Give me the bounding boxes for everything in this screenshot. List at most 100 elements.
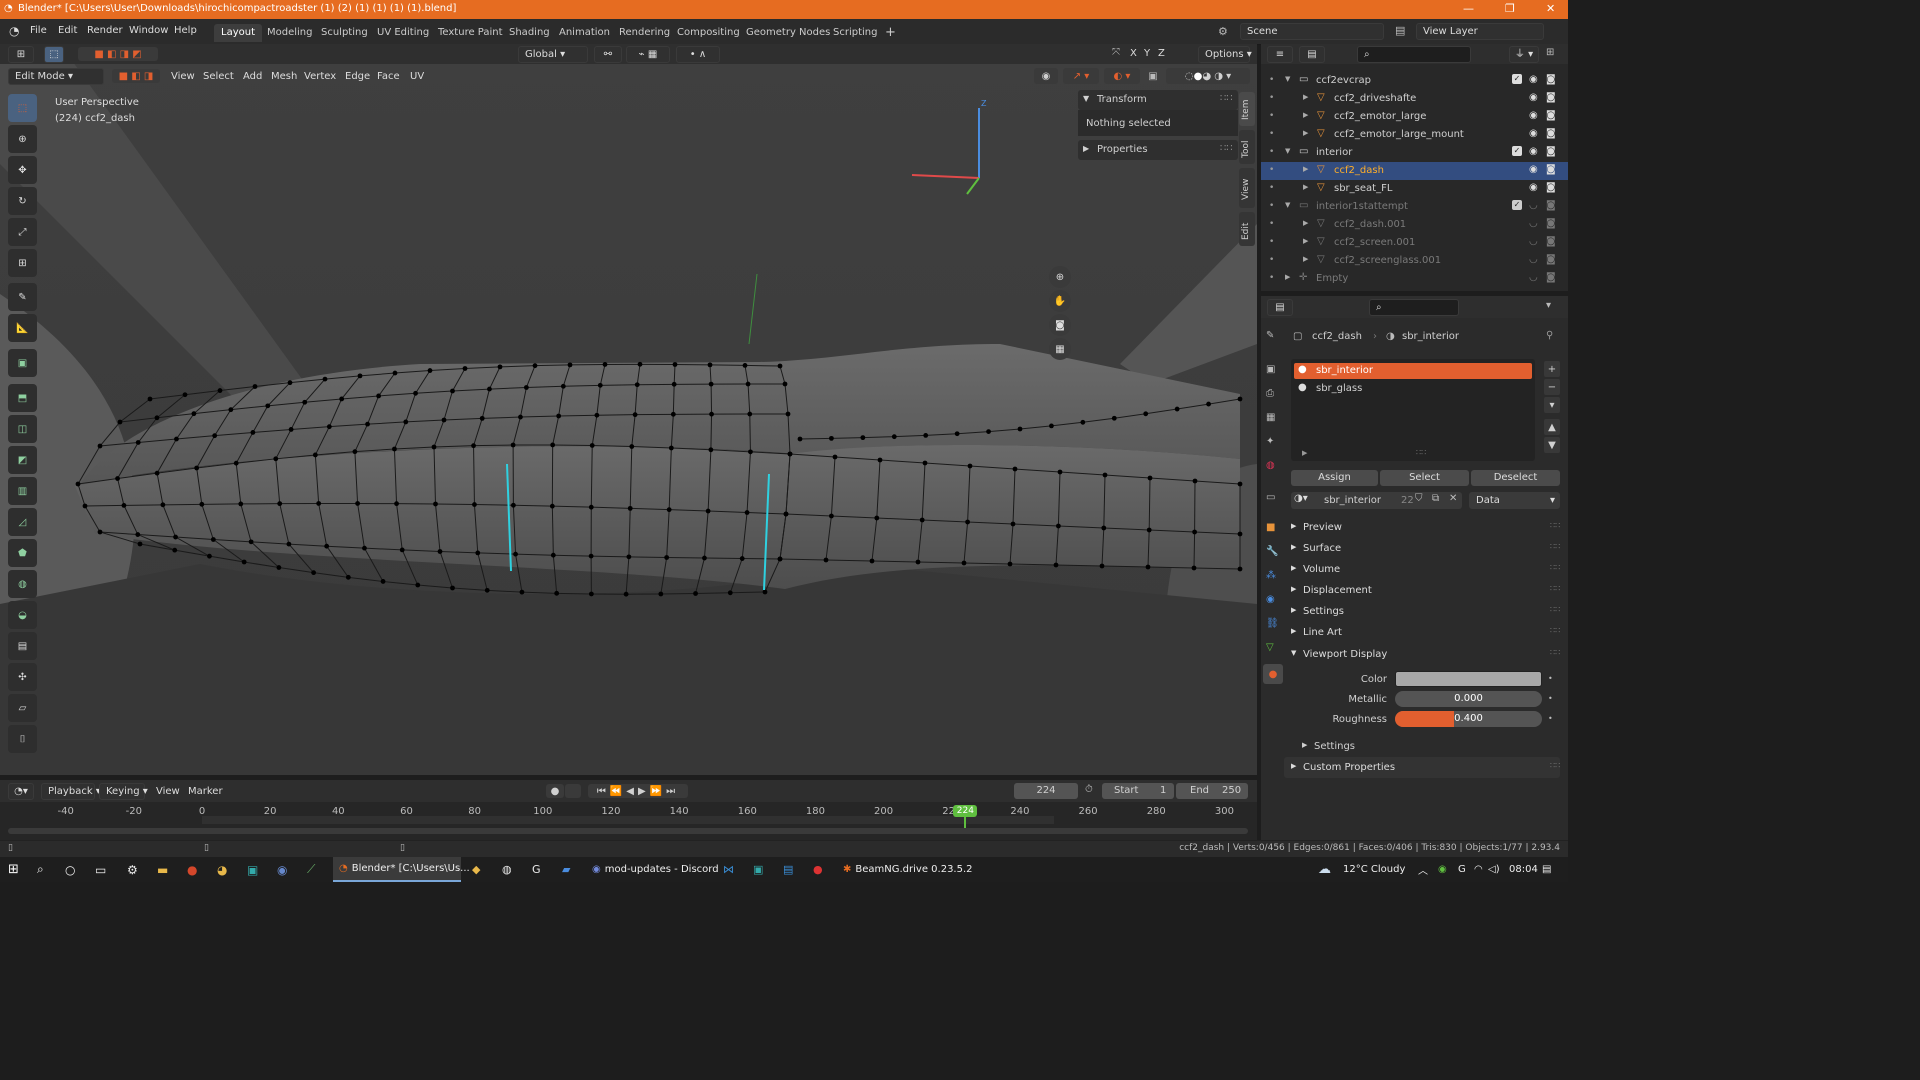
- menu-view[interactable]: View: [171, 71, 195, 82]
- render-camera-icon[interactable]: ◙: [1546, 200, 1556, 211]
- view-layer-tab-icon[interactable]: ▦: [1266, 412, 1275, 423]
- restrict-select-icon[interactable]: •: [1269, 237, 1274, 247]
- restrict-select-icon[interactable]: •: [1269, 111, 1274, 121]
- pin-icon[interactable]: ⚲: [1546, 330, 1553, 341]
- render-camera-icon[interactable]: ◙: [1546, 74, 1556, 85]
- section-preview[interactable]: ▶ Preview ∷∷: [1284, 517, 1560, 538]
- menu-select[interactable]: Select: [203, 71, 234, 82]
- unlink-icon[interactable]: ✕: [1449, 493, 1457, 504]
- visibility-icon[interactable]: ◉: [1034, 68, 1058, 84]
- playhead-line[interactable]: [964, 816, 967, 828]
- proportional-icon[interactable]: • ∧: [676, 46, 720, 63]
- start-frame-field[interactable]: Start 1: [1102, 783, 1174, 799]
- visibility-eye-icon[interactable]: ◡: [1529, 254, 1538, 265]
- outliner-row-ccf2-emotor-large[interactable]: • ▶ ▽ ccf2_emotor_large ◉ ◙: [1261, 108, 1568, 126]
- tray-app-icon[interactable]: G: [1458, 857, 1466, 882]
- exclude-checkbox[interactable]: ✓: [1512, 200, 1522, 210]
- render-camera-icon[interactable]: ◙: [1546, 164, 1556, 175]
- material-name-field[interactable]: sbr_interior: [1324, 495, 1381, 506]
- section-line-art[interactable]: ▶ Line Art ∷∷: [1284, 622, 1560, 643]
- collapse-icon[interactable]: ▼: [1285, 201, 1290, 209]
- close-icon[interactable]: ✕: [1546, 2, 1555, 15]
- mirror-y[interactable]: Y: [1144, 48, 1150, 59]
- visibility-eye-icon[interactable]: ◡: [1529, 200, 1538, 211]
- menu-edge[interactable]: Edge: [345, 71, 370, 82]
- properties-panel-header[interactable]: ▶ Properties ∷∷: [1078, 140, 1238, 160]
- restrict-select-icon[interactable]: •: [1269, 201, 1274, 211]
- scene-tab-icon[interactable]: ✦: [1266, 436, 1274, 447]
- move-up-icon[interactable]: ▲: [1544, 419, 1560, 435]
- constraints-tab-icon[interactable]: ⛓: [1266, 618, 1279, 629]
- pan-hand-icon[interactable]: ✋: [1049, 290, 1071, 312]
- end-frame-field[interactable]: End 250: [1176, 783, 1248, 799]
- app-icon[interactable]: ▰: [562, 857, 570, 882]
- steam-icon[interactable]: ◉: [277, 857, 287, 882]
- timeline-view-menu[interactable]: View: [156, 786, 180, 797]
- taskbar-discord[interactable]: ◉ mod-updates - Discord: [586, 857, 719, 882]
- tab-scripting[interactable]: Scripting: [826, 24, 884, 42]
- vd-settings-subpanel[interactable]: ▶ Settings: [1296, 738, 1546, 754]
- physics-tab-icon[interactable]: ◉: [1266, 594, 1275, 605]
- drag-handle-icon[interactable]: ∷∷: [1550, 563, 1560, 572]
- search-icon[interactable]: ⌕: [37, 857, 44, 882]
- object-tab-icon[interactable]: ■: [1266, 522, 1275, 533]
- minimize-icon[interactable]: —: [1463, 2, 1474, 15]
- tab-tool[interactable]: Tool: [1239, 130, 1255, 164]
- drag-handle-icon[interactable]: ∷∷: [1550, 584, 1560, 593]
- menu-face[interactable]: Face: [377, 71, 400, 82]
- drag-handle-icon[interactable]: ∷∷: [1550, 648, 1560, 657]
- preview-range-icon[interactable]: ⏱: [1085, 784, 1093, 795]
- add-slot-icon[interactable]: +: [1544, 361, 1560, 377]
- drag-handle-icon[interactable]: ∷∷: [1550, 542, 1560, 551]
- outliner-row-ccf2-emotor-large-mount[interactable]: • ▶ ▽ ccf2_emotor_large_mount ◉ ◙: [1261, 126, 1568, 144]
- drag-handle-icon[interactable]: ∷∷: [1550, 605, 1560, 614]
- filter-icon[interactable]: ⏚ ▾: [1509, 46, 1539, 63]
- drag-handle-icon[interactable]: ∷∷: [1220, 93, 1233, 104]
- section-settings[interactable]: ▶ Settings ∷∷: [1284, 601, 1560, 622]
- app-icon[interactable]: ⟋: [307, 857, 315, 882]
- slot-row-0[interactable]: ● sbr_interior: [1294, 363, 1532, 379]
- props-options-icon[interactable]: ▾: [1546, 300, 1551, 311]
- tool-tab-icon[interactable]: ✎: [1266, 330, 1274, 341]
- menu-render[interactable]: Render: [87, 25, 123, 36]
- add-cube-tool-icon[interactable]: ▣: [8, 349, 37, 377]
- expand-icon[interactable]: ▶: [1303, 219, 1308, 227]
- keyframe-dot-icon[interactable]: •: [1548, 714, 1553, 723]
- orientation-dropdown[interactable]: Global ▾: [518, 46, 588, 63]
- mesh-scene[interactable]: Z: [0, 44, 1257, 775]
- keyframe-dot-icon[interactable]: •: [1548, 674, 1553, 683]
- particles-tab-icon[interactable]: ⁂: [1266, 570, 1276, 581]
- restrict-select-icon[interactable]: •: [1269, 93, 1274, 103]
- slot-menu-icon[interactable]: ▾: [1544, 397, 1560, 413]
- app-icon[interactable]: ▣: [753, 857, 763, 882]
- roughness-slider[interactable]: 0.400: [1395, 711, 1542, 727]
- visibility-eye-icon[interactable]: ◉: [1529, 182, 1538, 193]
- list-filter-toggle-icon[interactable]: ▶: [1302, 449, 1307, 457]
- annotate-tool-icon[interactable]: ✎: [8, 283, 37, 311]
- material-datablock[interactable]: ◑▾ sbr_interior 22 ⛉ ⧉ ✕: [1291, 492, 1462, 509]
- link-dropdown[interactable]: Data ▾: [1469, 492, 1560, 509]
- section-volume[interactable]: ▶ Volume ∷∷: [1284, 559, 1560, 580]
- menu-window[interactable]: Window: [129, 25, 168, 36]
- render-camera-icon[interactable]: ◙: [1546, 110, 1556, 121]
- blender-menu-icon[interactable]: ◔: [9, 24, 19, 38]
- app-icon[interactable]: ●: [813, 857, 823, 882]
- custom-properties-panel[interactable]: ▶ Custom Properties ∷∷: [1284, 757, 1560, 778]
- modifier-tab-icon[interactable]: 🔧: [1266, 546, 1278, 557]
- mirror-x[interactable]: X: [1130, 48, 1137, 59]
- outliner-row-ccf2-dash-001[interactable]: • ▶ ▽ ccf2_dash.001 ◡ ◙: [1261, 216, 1568, 234]
- tab-sculpting[interactable]: Sculpting: [314, 24, 375, 42]
- menu-vertex[interactable]: Vertex: [304, 71, 336, 82]
- outliner-row-sbr-seat-fl[interactable]: • ▶ ▽ sbr_seat_FL ◉ ◙: [1261, 180, 1568, 198]
- data-tab-icon[interactable]: ▽: [1266, 642, 1274, 653]
- section-displacement[interactable]: ▶ Displacement ∷∷: [1284, 580, 1560, 601]
- render-tab-icon[interactable]: ▣: [1266, 364, 1275, 375]
- cortana-icon[interactable]: ○: [65, 857, 75, 882]
- frame-ruler[interactable]: -40 -20 0 20 40 60 80 100 120 140 160 180 200 220 240 2…: [0, 802, 1257, 840]
- app-icon[interactable]: G: [532, 857, 541, 882]
- transform-affect-icon[interactable]: ⤧: [1112, 47, 1120, 58]
- visibility-eye-icon[interactable]: ◡: [1529, 272, 1538, 283]
- expand-icon[interactable]: ▶: [1303, 93, 1308, 101]
- render-camera-icon[interactable]: ◙: [1546, 254, 1556, 265]
- maximize-icon[interactable]: ❐: [1505, 2, 1515, 15]
